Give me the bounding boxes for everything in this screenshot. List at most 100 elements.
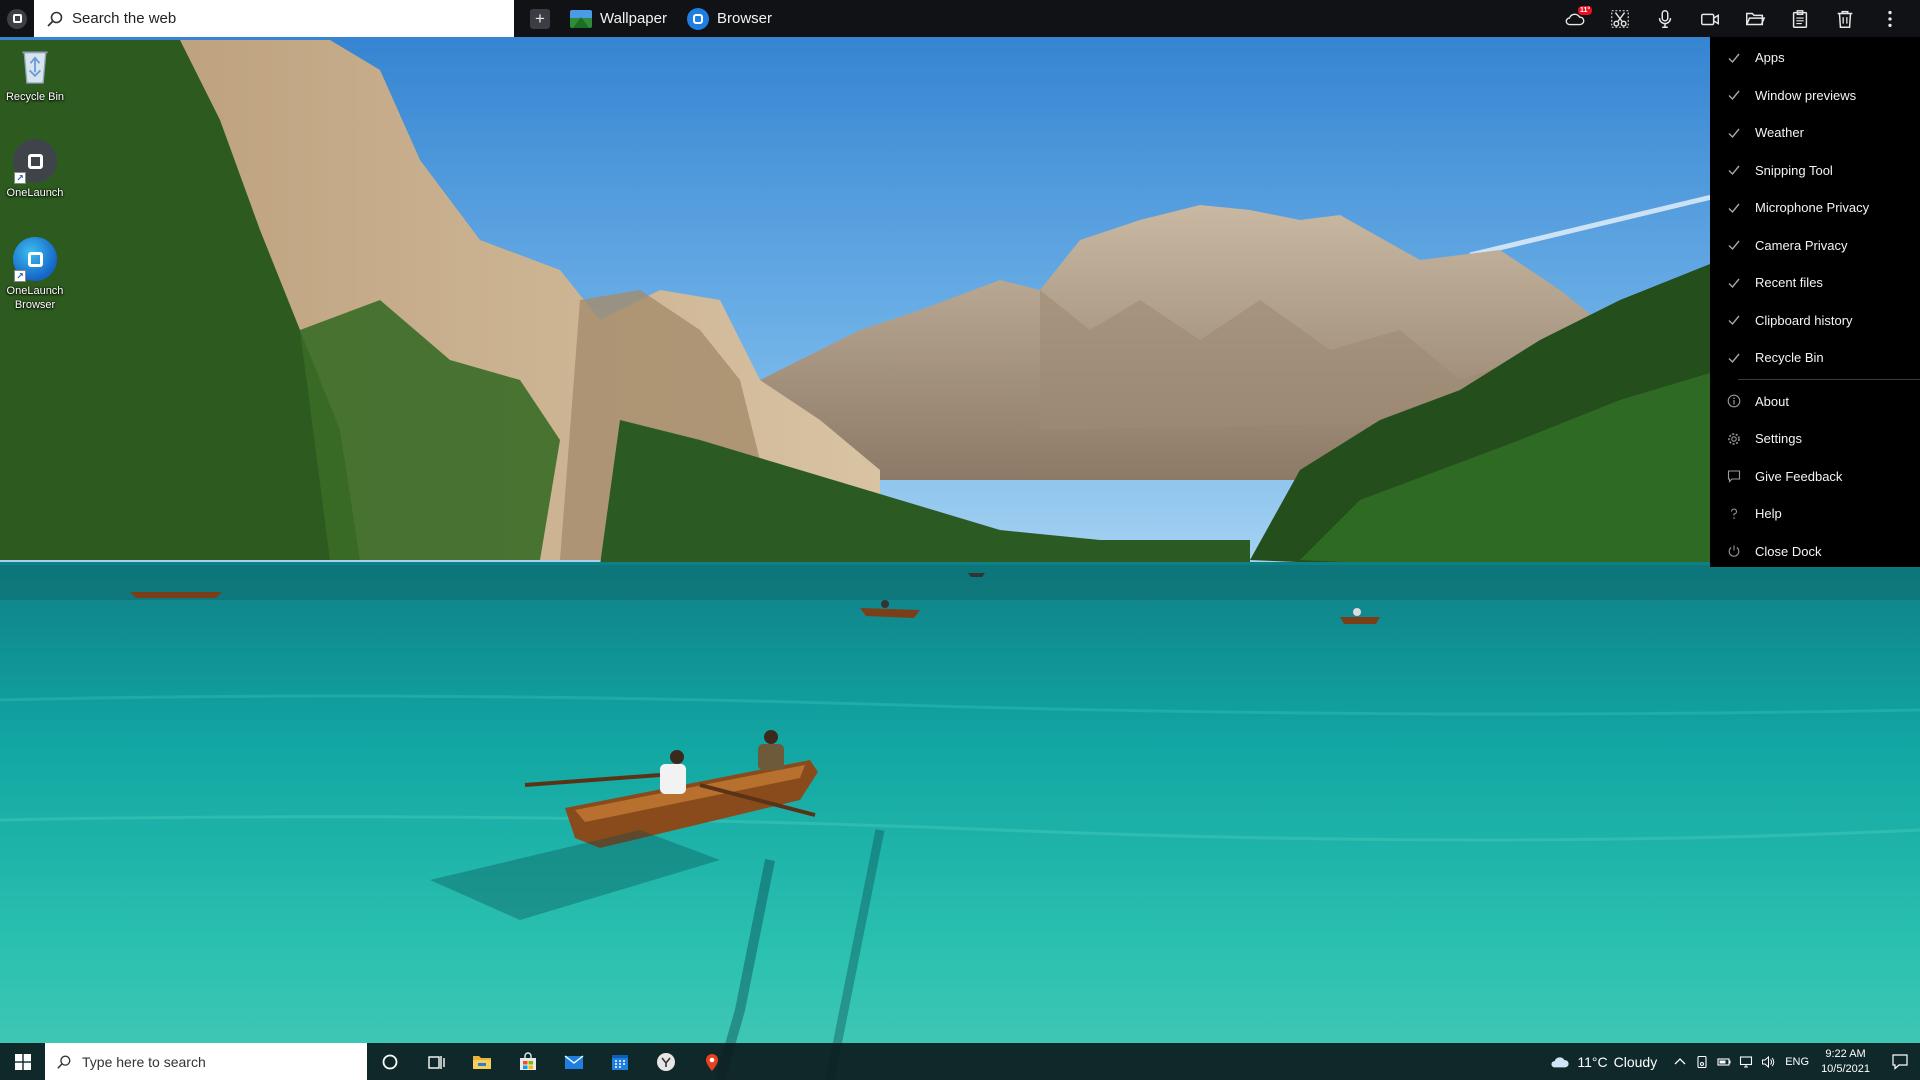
desktop-icon-label: Recycle Bin [5, 91, 65, 103]
question-icon [1725, 505, 1743, 523]
menu-item-close-dock[interactable]: Close Dock [1710, 533, 1920, 571]
folder-icon [1745, 12, 1765, 25]
checkmark-icon [1725, 124, 1743, 142]
onelaunch-logo-button[interactable] [0, 0, 34, 37]
menu-item-help[interactable]: Help [1710, 495, 1920, 533]
mail-button[interactable] [551, 1043, 597, 1080]
onelaunch-icon: ↗ [12, 138, 58, 184]
desktop-wallpaper [0, 0, 1920, 1080]
notification-icon [1892, 1053, 1908, 1070]
onelaunch-browser-icon: ↗ [12, 236, 58, 282]
checkmark-icon [1725, 199, 1743, 217]
power-icon [1725, 542, 1743, 560]
folder-icon [473, 1055, 491, 1069]
action-center-button[interactable] [1880, 1043, 1920, 1080]
checkmark-icon [1725, 311, 1743, 329]
weather-button[interactable]: 11° [1552, 0, 1597, 37]
taskbar-search-box[interactable]: Type here to search [45, 1043, 367, 1080]
dock-app-browser[interactable]: Browser [686, 7, 772, 30]
menu-item-snipping-tool[interactable]: Snipping Tool [1710, 152, 1920, 190]
desktop-icon-label: OneLaunch [6, 187, 64, 199]
more-options-button[interactable] [1867, 0, 1912, 37]
desktop-icon-recycle-bin[interactable]: Recycle Bin [2, 42, 68, 104]
microphone-icon [1658, 9, 1671, 28]
windows-logo-icon [14, 1053, 31, 1070]
map-pin-icon [706, 1053, 718, 1071]
web-search-placeholder: Search the web [72, 10, 177, 27]
weather-condition: Cloudy [1613, 1053, 1658, 1070]
plus-icon: + [535, 9, 545, 28]
dock-app-wallpaper[interactable]: Wallpaper [570, 9, 667, 28]
menu-item-label: Clipboard history [1755, 312, 1853, 328]
shortcut-arrow-icon: ↗ [14, 270, 26, 282]
taskbar-search-placeholder: Type here to search [82, 1053, 206, 1070]
menu-item-label: About [1755, 393, 1789, 409]
snipping-tool-button[interactable] [1597, 0, 1642, 37]
battery-button[interactable] [1713, 1043, 1735, 1080]
desktop-icon-onelaunch-browser[interactable]: ↗ OneLaunch Browser [2, 236, 68, 312]
task-view-icon [428, 1055, 445, 1069]
start-button[interactable] [0, 1043, 45, 1080]
mail-icon [564, 1054, 584, 1069]
menu-item-label: Microphone Privacy [1755, 200, 1870, 216]
camera-icon [1700, 13, 1719, 25]
menu-item-clipboard-history[interactable]: Clipboard history [1710, 302, 1920, 340]
windows-taskbar: Type here to search 11°C Cloudy ENG 9:22… [0, 1043, 1920, 1080]
menu-item-recycle-bin[interactable]: Recycle Bin [1710, 339, 1920, 377]
checkmark-icon [1725, 49, 1743, 67]
checkmark-icon [1725, 86, 1743, 104]
show-hidden-icons-button[interactable] [1669, 1043, 1691, 1080]
recent-files-button[interactable] [1732, 0, 1777, 37]
menu-item-label: Window previews [1755, 87, 1857, 103]
calendar-icon [612, 1054, 628, 1070]
battery-icon [1717, 1057, 1731, 1066]
network-button[interactable] [1735, 1043, 1757, 1080]
taskbar-weather-widget[interactable]: 11°C Cloudy [1549, 1053, 1657, 1071]
device-icon [1697, 1055, 1707, 1068]
onelaunch-icon [657, 1052, 675, 1071]
system-tray: 11°C Cloudy ENG 9:22 AM 10/5/2021 [1549, 1043, 1920, 1080]
menu-item-about[interactable]: About [1710, 383, 1920, 421]
cortana-button[interactable] [367, 1043, 413, 1080]
device-tray-button[interactable] [1691, 1043, 1713, 1080]
microphone-privacy-button[interactable] [1642, 0, 1687, 37]
onelaunch-taskbar-button[interactable] [643, 1043, 689, 1080]
scissors-icon [1610, 9, 1629, 28]
checkmark-icon [1725, 161, 1743, 179]
menu-item-label: Apps [1755, 50, 1785, 66]
circle-icon [382, 1054, 398, 1069]
calendar-button[interactable] [597, 1043, 643, 1080]
add-app-button[interactable]: + [530, 8, 550, 29]
clock-date: 10/5/2021 [1821, 1062, 1870, 1075]
menu-item-weather[interactable]: Weather [1710, 114, 1920, 152]
menu-item-microphone-privacy[interactable]: Microphone Privacy [1710, 189, 1920, 227]
desktop-icon-label: OneLaunch Browser [6, 285, 64, 311]
task-view-button[interactable] [413, 1043, 459, 1080]
input-language-indicator[interactable]: ENG [1785, 1056, 1809, 1068]
volume-button[interactable] [1757, 1043, 1779, 1080]
image-icon [570, 9, 592, 28]
network-icon [1740, 1055, 1753, 1068]
menu-item-camera-privacy[interactable]: Camera Privacy [1710, 227, 1920, 265]
checkmark-icon [1725, 274, 1743, 292]
recycle-bin-button[interactable] [1822, 0, 1867, 37]
checkmark-icon [1725, 236, 1743, 254]
speaker-icon [1762, 1055, 1775, 1068]
taskbar-clock[interactable]: 9:22 AM 10/5/2021 [1821, 1047, 1870, 1077]
weather-temperature: 11°C [1577, 1053, 1608, 1070]
maps-button[interactable] [689, 1043, 735, 1080]
menu-item-recent-files[interactable]: Recent files [1710, 264, 1920, 302]
clipboard-history-button[interactable] [1777, 0, 1822, 37]
trash-icon [1837, 10, 1852, 28]
web-search-box[interactable]: Search the web [34, 0, 514, 37]
shortcut-arrow-icon: ↗ [14, 172, 26, 184]
menu-item-settings[interactable]: Settings [1710, 420, 1920, 458]
menu-item-window-previews[interactable]: Window previews [1710, 77, 1920, 115]
camera-privacy-button[interactable] [1687, 0, 1732, 37]
menu-item-give-feedback[interactable]: Give Feedback [1710, 458, 1920, 496]
menu-item-apps[interactable]: Apps [1710, 39, 1920, 77]
microsoft-store-button[interactable] [505, 1043, 551, 1080]
desktop-icon-onelaunch[interactable]: ↗ OneLaunch [2, 138, 68, 200]
dock-app-label: Browser [716, 10, 772, 27]
file-explorer-button[interactable] [459, 1043, 505, 1080]
